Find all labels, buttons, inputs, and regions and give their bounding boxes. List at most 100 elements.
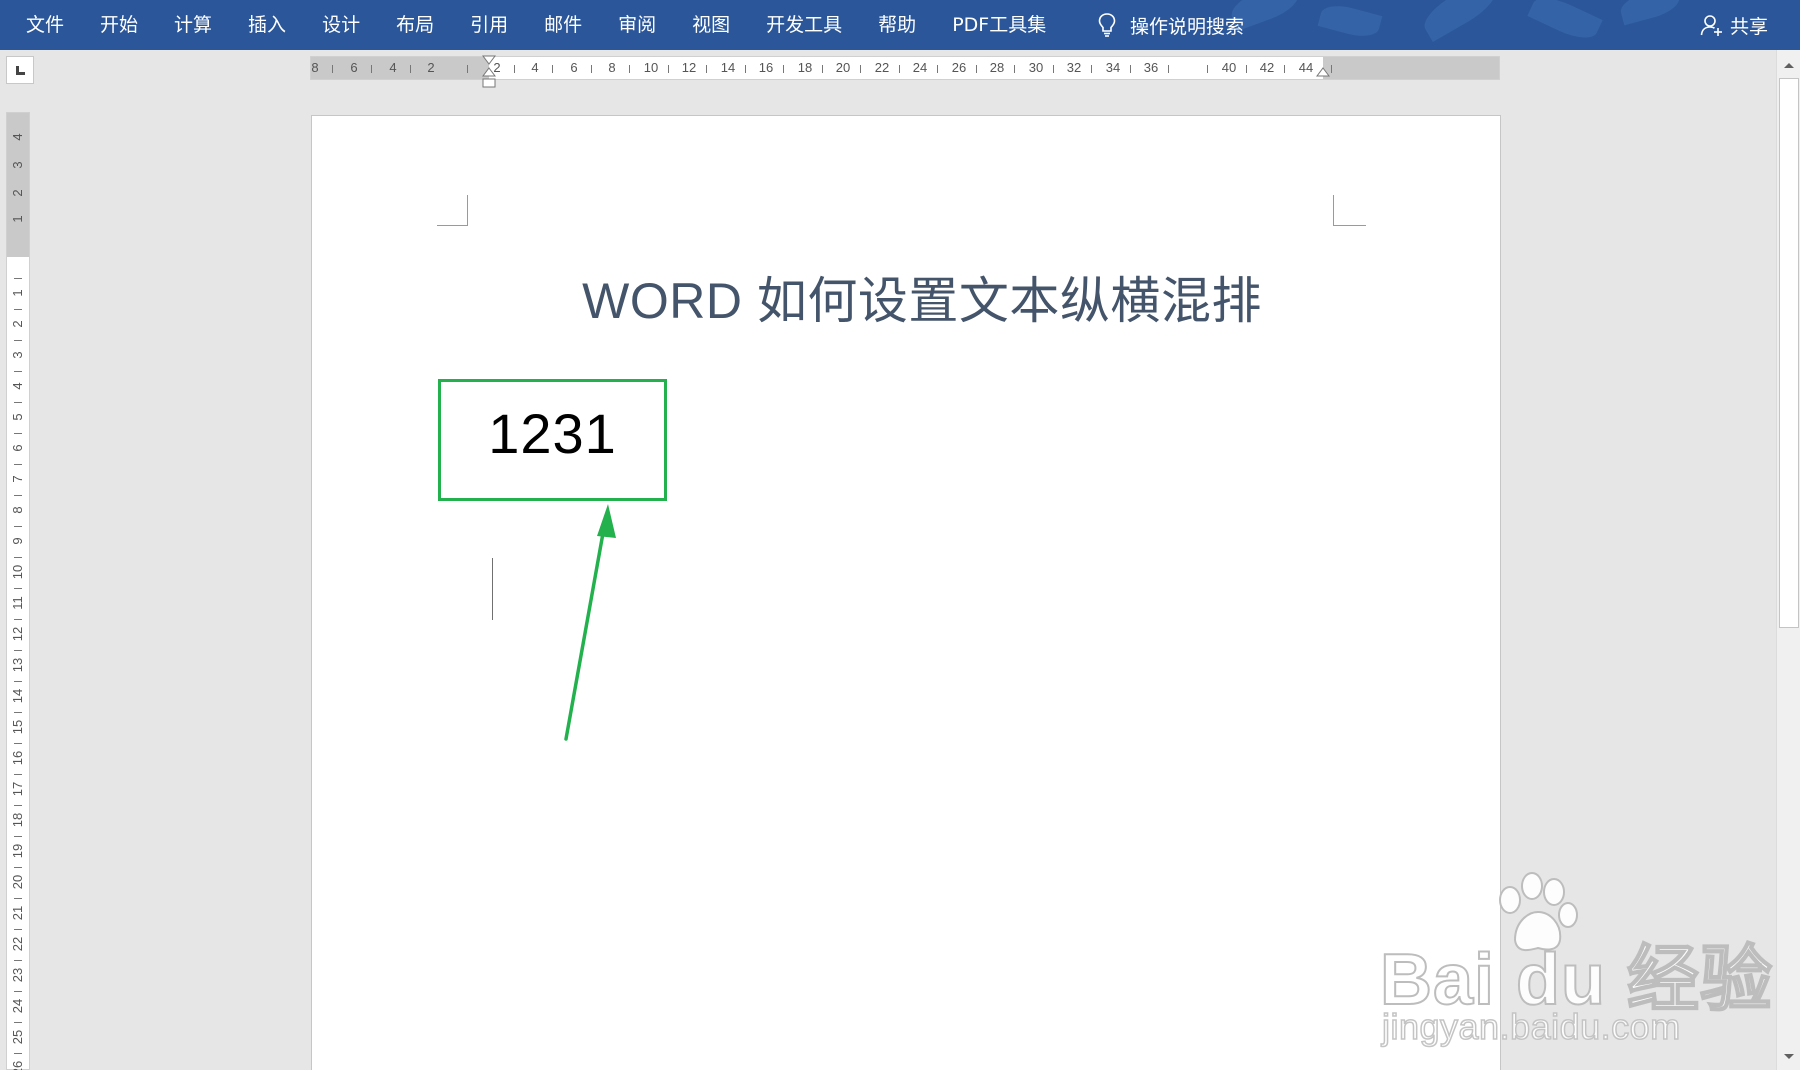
ruler-tick (14, 991, 22, 992)
ruler-label: 26 (951, 60, 967, 75)
ruler-tick (1207, 65, 1208, 73)
ruler-label: 8 (10, 506, 25, 514)
ruler-tick (745, 65, 746, 73)
tell-me-search[interactable]: 操作说明搜索 (1098, 0, 1244, 50)
ruler-label: 20 (10, 874, 25, 890)
ribbon-tab[interactable]: 开始 (82, 0, 156, 50)
ruler-label: 9 (10, 537, 25, 545)
ruler-label: 2 (10, 320, 25, 328)
ruler-tick (14, 588, 22, 589)
horizontal-ruler[interactable]: 8 6 4 2 2 4 6 8 10 12 14 16 18 20 22 24 26 28 30 32 34 36 40 42… (310, 55, 1500, 88)
ruler-label: 30 (1028, 60, 1044, 75)
ruler-label: 8 (608, 60, 616, 75)
ruler-label: 18 (10, 812, 25, 828)
ribbon-tab[interactable]: 视图 (674, 0, 748, 50)
ruler-tick (14, 867, 22, 868)
ribbon-tab[interactable]: 审阅 (600, 0, 674, 50)
ruler-label: 20 (835, 60, 851, 75)
ribbon-decoration (1527, 0, 1603, 46)
ruler-label: 18 (797, 60, 813, 75)
ruler-tick (1168, 65, 1169, 73)
annotation-arrow-head (597, 504, 616, 538)
ribbon-tab[interactable]: PDF工具集 (934, 0, 1064, 50)
ruler-tick (14, 681, 22, 682)
scroll-thumb[interactable] (1779, 78, 1799, 628)
ruler-label: 4 (531, 60, 539, 75)
add-person-icon (1700, 15, 1722, 36)
ribbon-tabs: 文件 开始 计算 插入 设计 布局 引用 邮件 审阅 视图 开发工具 帮助 PDF工具集 (0, 0, 1064, 50)
ribbon-tab[interactable]: 设计 (304, 0, 378, 50)
ruler-label: 23 (10, 967, 25, 983)
ruler-label: 14 (10, 688, 25, 704)
ruler-tick (1014, 65, 1015, 73)
ruler-label: 42 (1259, 60, 1275, 75)
ribbon-tab[interactable]: 布局 (378, 0, 452, 50)
first-line-indent-marker[interactable] (482, 55, 496, 67)
ruler-tick (467, 65, 468, 73)
ribbon-tab[interactable]: 帮助 (860, 0, 934, 50)
text-box[interactable]: 1231 (438, 379, 667, 501)
ruler-label: 3 (10, 351, 25, 359)
ruler-tick (332, 65, 333, 73)
ruler-tick (14, 712, 22, 713)
ruler-tick (14, 557, 22, 558)
ruler-label: 3 (10, 161, 25, 169)
ruler-label: 17 (10, 781, 25, 797)
ribbon-tab[interactable]: 计算 (156, 0, 230, 50)
ruler-tick (1091, 65, 1092, 73)
ruler-label: 6 (570, 60, 578, 75)
ruler-label: 22 (10, 936, 25, 952)
ruler-label: 2 (10, 189, 25, 197)
ruler-label: 36 (1143, 60, 1159, 75)
ruler-tick (14, 464, 22, 465)
document-page[interactable]: WORD 如何设置文本纵横混排 1231 (311, 115, 1501, 1070)
ribbon-tab[interactable]: 插入 (230, 0, 304, 50)
ruler-tick (899, 65, 900, 73)
right-indent-marker[interactable] (1316, 67, 1330, 79)
ribbon-tab[interactable]: 邮件 (526, 0, 600, 50)
ruler-tick (706, 65, 707, 73)
ruler-tick (14, 805, 22, 806)
ruler-tick (14, 774, 22, 775)
scroll-down-button[interactable] (1777, 1046, 1800, 1068)
ribbon-tab[interactable]: 开发工具 (748, 0, 860, 50)
ruler-label: 32 (1066, 60, 1082, 75)
ribbon-decoration (1317, 0, 1383, 42)
ruler-tick (514, 65, 515, 73)
text-box-content[interactable]: 1231 (488, 401, 617, 466)
crop-mark-top-right-h (1333, 225, 1366, 226)
ruler-label: 13 (10, 657, 25, 673)
ribbon-decoration (1617, 0, 1683, 26)
ruler-tick (1130, 65, 1131, 73)
share-button[interactable]: 共享 (1700, 0, 1768, 50)
ruler-tick (1284, 65, 1285, 73)
ruler-label: 15 (10, 719, 25, 735)
ruler-tick (14, 619, 22, 620)
ruler-label: 2 (427, 60, 435, 75)
ruler-label: 25 (10, 1029, 25, 1045)
ruler-tick (14, 526, 22, 527)
ruler-tick (668, 65, 669, 73)
document-heading[interactable]: WORD 如何设置文本纵横混排 (312, 261, 1532, 333)
ribbon-tab[interactable]: 文件 (0, 0, 82, 50)
ribbon-tab[interactable]: 引用 (452, 0, 526, 50)
ruler-tick (14, 495, 22, 496)
ruler-tick (591, 65, 592, 73)
ruler-label: 40 (1221, 60, 1237, 75)
ruler-tick (14, 960, 22, 961)
ruler-tick (14, 650, 22, 651)
tab-stop-selector[interactable] (6, 56, 34, 84)
vertical-scrollbar[interactable] (1776, 50, 1800, 1070)
ruler-label: 21 (10, 905, 25, 921)
ruler-tick (14, 309, 22, 310)
ruler-label: 28 (989, 60, 1005, 75)
ruler-label: 24 (10, 998, 25, 1014)
hanging-indent-marker[interactable] (482, 67, 496, 89)
ruler-tick (1331, 65, 1332, 73)
ruler-label: 24 (912, 60, 928, 75)
ruler-tick (976, 65, 977, 73)
ruler-label: 16 (758, 60, 774, 75)
ruler-label: 5 (10, 413, 25, 421)
scroll-up-button[interactable] (1777, 54, 1800, 76)
vertical-ruler[interactable]: 4 3 2 1 1 2 3 4 5 6 7 8 9 10 11 12 13 14 15 16 17 18 19 20 21 22 2… (6, 112, 30, 1070)
